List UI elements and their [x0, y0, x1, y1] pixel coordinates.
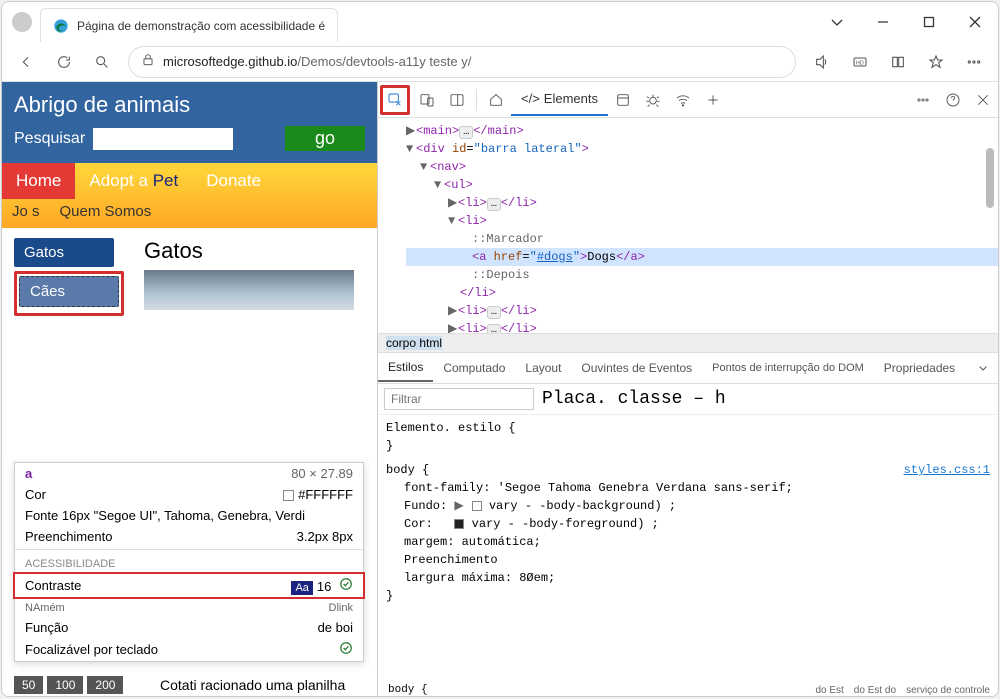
tab-listeners[interactable]: Ouvintes de Eventos	[571, 355, 702, 381]
styles-filter-input[interactable]	[384, 388, 534, 410]
inspector-tooltip: a 80 × 27.89 Cor #FFFFFF Fonte 16px "Segoe…	[14, 462, 364, 662]
devtools-toolbar: </> Elements	[378, 82, 998, 118]
reload-button[interactable]	[46, 46, 82, 78]
styles-more-icon[interactable]	[968, 353, 998, 383]
tip-tag: a	[25, 466, 32, 481]
window-dropdown-icon[interactable]	[814, 2, 860, 42]
tab-title: Página de demonstração com acessibilidad…	[77, 19, 325, 33]
tip-role-value: de boi	[318, 620, 353, 635]
cats-heading: Gatos	[144, 238, 365, 264]
main-nav: Home Adopt a Pet Donate Jo s Quem Somos	[2, 163, 377, 228]
chip-100[interactable]: 100	[47, 676, 83, 694]
search-input[interactable]	[93, 128, 233, 150]
edge-icon	[53, 18, 69, 34]
svg-text:HD: HD	[856, 60, 864, 66]
lock-icon	[141, 53, 155, 70]
maximize-button[interactable]	[906, 2, 952, 42]
tip-dimensions: 80 × 27.89	[291, 466, 353, 481]
tip-color-value: #FFFFFF	[283, 487, 353, 502]
cat-image	[144, 270, 354, 310]
tip-padding-value: 3.2px 8px	[297, 529, 353, 544]
inspect-element-button[interactable]	[380, 85, 410, 115]
url-text: microsoftedge.github.io/Demos/devtools-a…	[163, 54, 471, 69]
device-toolbar-icon[interactable]	[412, 85, 442, 115]
tab-dom-breakpoints[interactable]: Pontos de interrupção do DOM	[702, 356, 874, 380]
check-icon	[339, 641, 353, 658]
dom-breadcrumb[interactable]: corpo html	[378, 333, 998, 353]
sidebar-item-dogs[interactable]: Cães	[19, 276, 119, 307]
reader-icon[interactable]	[880, 46, 916, 78]
styles-panel: Estilos Computado Layout Ouvintes de Eve…	[378, 353, 998, 696]
favorite-icon[interactable]	[918, 46, 954, 78]
styles-body[interactable]: Elemento. estilo { } body {styles.css:1 …	[378, 415, 998, 696]
tip-name-right: Dlink	[329, 602, 353, 614]
close-button[interactable]	[952, 2, 998, 42]
hd-icon[interactable]: HD	[842, 46, 878, 78]
profile-avatar[interactable]	[12, 12, 32, 32]
titlebar: Página de demonstração com acessibilidad…	[2, 2, 998, 42]
highlighted-element-frame: Cães	[14, 271, 124, 316]
tip-name-left: NAmém	[25, 602, 65, 614]
close-devtools-icon[interactable]	[968, 85, 998, 115]
footer-body-rule: body {	[388, 684, 428, 696]
more-tools-icon[interactable]	[908, 85, 938, 115]
category-sidebar: Gatos Cães	[14, 238, 124, 316]
site-title: Abrigo de animais	[14, 92, 365, 118]
go-button[interactable]: go	[285, 126, 365, 151]
search-label: Pesquisar	[14, 130, 85, 148]
scrollbar-thumb[interactable]	[986, 148, 994, 208]
styles-tabs: Estilos Computado Layout Ouvintes de Eve…	[378, 353, 998, 384]
tip-role-label: Função	[25, 620, 68, 635]
check-icon	[335, 579, 353, 594]
browser-tab[interactable]: Página de demonstração com acessibilidad…	[40, 8, 338, 42]
minimize-button[interactable]	[860, 2, 906, 42]
ruleview-header: Placa. classe – h	[542, 389, 726, 409]
chip-50[interactable]: 50	[14, 676, 43, 694]
more-icon[interactable]	[956, 46, 992, 78]
address-bar[interactable]: microsoftedge.github.io/Demos/devtools-a…	[128, 46, 796, 78]
nav-donate[interactable]: Donate	[192, 163, 275, 199]
app-tab-icon[interactable]	[608, 85, 638, 115]
search-button[interactable]	[84, 46, 120, 78]
tip-font: Fonte 16px "Segoe UI", Tahoma, Genebra, …	[25, 508, 305, 523]
bug-icon[interactable]	[638, 85, 668, 115]
tip-contrast-row: Contraste Aa16	[13, 572, 365, 599]
tab-elements[interactable]: </> Elements	[511, 83, 608, 116]
page-viewport: Abrigo de animais Pesquisar go Home Adop…	[2, 82, 377, 696]
tab-styles[interactable]: Estilos	[378, 354, 433, 382]
footer-status: do Est do Est do serviço de controle	[815, 685, 990, 696]
dom-tree[interactable]: ▶<main>…</main> ▼<div id="barra lateral"…	[378, 118, 998, 333]
welcome-tab-icon[interactable]	[481, 85, 511, 115]
chip-200[interactable]: 200	[87, 676, 123, 694]
nav-adopt[interactable]: Adopt a Pet	[75, 163, 192, 199]
tab-properties[interactable]: Propriedades	[874, 355, 965, 381]
nav-jos[interactable]: Jo s	[12, 203, 40, 220]
tab-computed[interactable]: Computado	[433, 355, 515, 381]
help-icon[interactable]	[938, 85, 968, 115]
site-header: Abrigo de animais Pesquisar go	[2, 82, 377, 163]
sidebar-item-cats[interactable]: Gatos	[14, 238, 114, 267]
tab-layout[interactable]: Layout	[515, 355, 571, 381]
css-source-link[interactable]: styles.css:1	[904, 461, 990, 479]
tip-a11y-heading: ACESSIBILIDADE	[15, 552, 363, 572]
tip-padding-label: Preenchimento	[25, 529, 112, 544]
nav-home[interactable]: Home	[2, 163, 75, 199]
add-tab-icon[interactable]	[698, 85, 728, 115]
description-text: Cotati racionado uma planilha de estilos…	[160, 676, 360, 696]
dock-icon[interactable]	[442, 85, 472, 115]
devtools-panel: </> Elements ▶<main>…</main> ▼<div id="b…	[377, 82, 998, 696]
nav-about[interactable]: Quem Somos	[60, 203, 152, 220]
tip-color-label: Cor	[25, 487, 46, 502]
address-toolbar: microsoftedge.github.io/Demos/devtools-a…	[2, 42, 998, 82]
read-aloud-icon[interactable]	[804, 46, 840, 78]
network-icon[interactable]	[668, 85, 698, 115]
tip-focusable-label: Focalizável por teclado	[25, 642, 158, 657]
donation-chips: 50 100 200	[14, 676, 123, 694]
back-button[interactable]	[8, 46, 44, 78]
